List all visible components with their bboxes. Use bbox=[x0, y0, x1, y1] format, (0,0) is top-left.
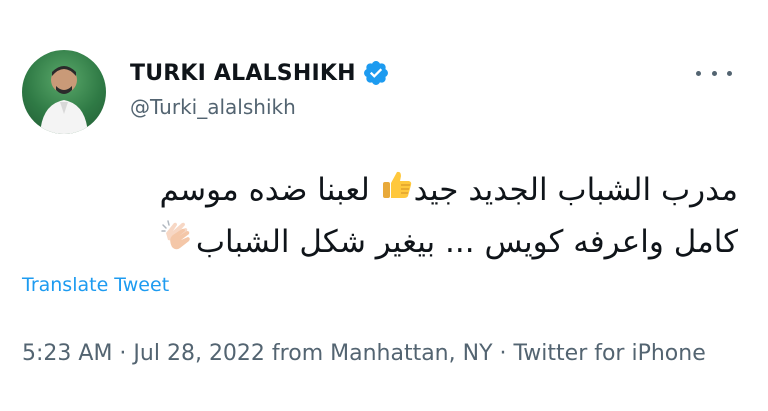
tweet-date[interactable]: Jul 28, 2022 bbox=[133, 341, 265, 366]
more-options-icon[interactable] bbox=[696, 60, 732, 86]
tweet-line-1-part-b: لعبنا ضده موسم bbox=[159, 172, 380, 208]
tweet-line-2-text: كامل واعرفه كويس ... بيغير شكل الشباب bbox=[195, 223, 738, 260]
tweet-line-1-part-a: مدرب الشباب الجديد جيد bbox=[413, 172, 738, 208]
display-name[interactable]: TURKI ALALSHIKH bbox=[130, 61, 356, 86]
author-handle[interactable]: @Turki_alalshikh bbox=[130, 95, 296, 119]
tweet-text: مدرب الشباب الجديد جيد لعبنا ضده موسم كا… bbox=[58, 165, 738, 268]
thumbs-up-icon bbox=[380, 167, 414, 217]
verified-badge-icon bbox=[362, 59, 390, 87]
clapping-hands-icon bbox=[160, 218, 196, 268]
avatar[interactable] bbox=[22, 50, 106, 134]
tweet-line-1: مدرب الشباب الجديد جيد لعبنا ضده موسم bbox=[58, 165, 738, 217]
tweet-source[interactable]: Twitter for iPhone bbox=[514, 341, 706, 366]
tweet-line-2: كامل واعرفه كويس ... بيغير شكل الشباب bbox=[58, 217, 738, 269]
tweet-location: from Manhattan, NY bbox=[264, 341, 493, 366]
tweet-time[interactable]: 5:23 AM bbox=[22, 341, 112, 366]
meta-separator: · bbox=[492, 341, 514, 366]
translate-tweet-link[interactable]: Translate Tweet bbox=[22, 274, 169, 296]
meta-separator: · bbox=[112, 341, 134, 366]
tweet-meta: 5:23 AM · Jul 28, 2022 from Manhattan, N… bbox=[22, 336, 712, 372]
author-name-row: TURKI ALALSHIKH bbox=[130, 59, 390, 87]
